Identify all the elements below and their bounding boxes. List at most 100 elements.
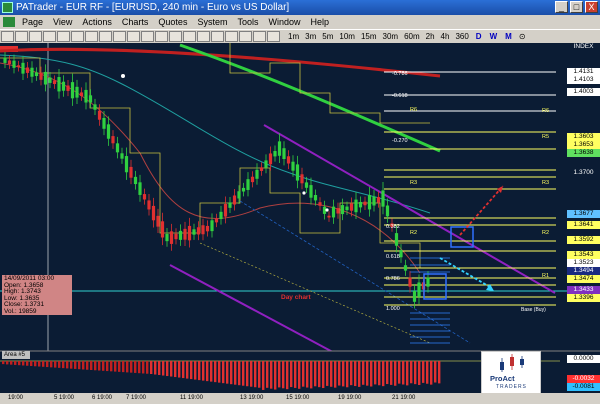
candle-body [246,179,250,190]
histogram-bar [10,361,13,365]
pivot-label: R1 [542,273,550,279]
channel-tool-icon[interactable] [141,31,154,42]
maximize-button[interactable]: □ [570,1,583,13]
histogram-bar [190,361,193,380]
histogram-bar [26,361,29,366]
menu-actions[interactable]: Actions [77,15,117,29]
menu-system[interactable]: System [192,15,232,29]
close-button[interactable]: X [585,1,598,13]
histogram-bar [394,361,397,386]
menu-page[interactable]: Page [17,15,48,29]
candle-body [286,156,291,164]
crosshair-icon[interactable] [99,31,112,42]
zoom-in-icon[interactable] [57,31,70,42]
tf-2h[interactable]: 2h [423,31,438,43]
menu-help[interactable]: Help [306,15,335,29]
tf-5m[interactable]: 5m [319,31,336,43]
tf-60m[interactable]: 60m [401,31,423,43]
menu-quotes[interactable]: Quotes [153,15,192,29]
histogram-bar [202,361,205,381]
histogram-bar [314,361,317,387]
candle-body [25,67,30,73]
delete-tool-icon[interactable] [197,31,210,42]
tf-4h[interactable]: 4h [438,31,453,43]
candle-body [84,89,88,103]
histogram-bar [138,361,141,374]
histogram-bar [118,361,121,372]
candle-body [156,215,160,227]
properties-icon[interactable] [211,31,224,42]
candle-body [228,202,232,208]
histogram-bar [322,361,325,389]
histogram-bar [30,361,33,366]
candle-body [367,195,372,210]
histogram-bar [86,361,89,370]
tf-1m[interactable]: 1m [285,31,302,43]
indicator-icon[interactable] [225,31,238,42]
fib-tool-icon[interactable] [127,31,140,42]
tf-360[interactable]: 360 [452,31,471,43]
candle-body [232,195,237,205]
arrow-tool-icon[interactable] [183,31,196,42]
tf-30m[interactable]: 30m [380,31,402,43]
chart-area[interactable]: INDEX 1.4131 1.4103 1.4003 1.3603 1.3653… [0,43,600,404]
clock-icon[interactable]: ⊙ [516,31,529,43]
histogram-bar [246,361,249,387]
time-tick: 15 19:00 [286,395,310,401]
candle-body [106,124,111,139]
pivot-label: R6 [542,108,550,114]
histogram-bar [162,361,165,376]
fib-label: 0.382 [386,224,400,230]
histogram-bar [290,361,293,388]
text-tool-icon[interactable] [155,31,168,42]
candle-body [115,143,120,153]
fib-label: -0.618 [392,93,408,99]
day-chart-label: Day chart [281,294,311,301]
tf-monthly[interactable]: M [501,31,516,43]
histogram-bar [182,361,185,379]
window-controls: _ □ X [555,1,598,13]
pivot-label: R2 [542,230,550,236]
open-icon[interactable] [15,31,28,42]
new-icon[interactable] [1,31,14,42]
line-tool-icon[interactable] [113,31,126,42]
histogram-bar [130,361,133,373]
refresh-icon[interactable] [267,31,280,42]
candle-body [79,92,84,97]
candle-body [381,190,385,207]
fib-label: 0.618 [386,254,400,260]
menu-window[interactable]: Window [263,15,305,29]
pivot-label: R3 [542,180,550,186]
menu-tools[interactable]: Tools [232,15,263,29]
scroll-icon[interactable] [253,31,266,42]
print-icon[interactable] [43,31,56,42]
candle-body [376,197,381,203]
menu-view[interactable]: View [48,15,77,29]
save-icon[interactable] [29,31,42,42]
histogram-bar [286,361,289,390]
tf-weekly[interactable]: W [486,31,502,43]
template-icon[interactable] [239,31,252,42]
zoom-out-icon[interactable] [71,31,84,42]
histogram-bar [62,361,65,369]
candle-body [196,227,201,235]
histogram-bar [238,361,241,386]
fib-label: -0.786 [392,71,408,77]
base-buy-label: Base (Buy) [521,307,546,313]
tf-daily[interactable]: D [472,31,486,43]
histogram-bar [250,361,253,387]
menu-charts[interactable]: Charts [117,15,154,29]
candle-body [147,200,151,210]
tf-3m[interactable]: 3m [302,31,319,43]
time-tick: 21 19:00 [392,395,416,401]
candle-body [417,282,421,297]
tf-10m[interactable]: 10m [336,31,358,43]
app-window: PATrader - EUR RF - [EURUSD, 240 min - E… [0,0,600,404]
candle-body [133,176,138,185]
tf-15m[interactable]: 15m [358,31,380,43]
cursor-icon[interactable] [85,31,98,42]
candle-body [426,277,430,287]
box-tool-icon[interactable] [169,31,182,42]
minimize-button[interactable]: _ [555,1,568,13]
histogram-bar [402,361,405,385]
